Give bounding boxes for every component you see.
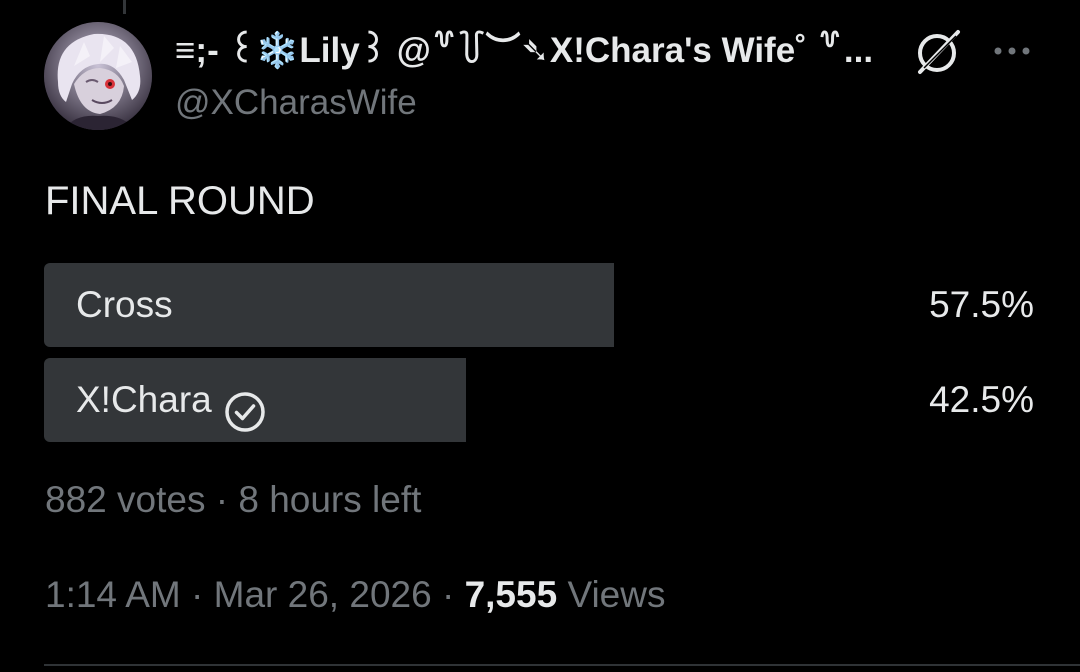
- post-time[interactable]: 1:14 AM: [45, 574, 181, 615]
- check-circle-icon: [224, 379, 266, 432]
- post-timestamp-row: 1:14 AM · Mar 26, 2026 · 7,555 Views: [45, 571, 665, 619]
- poll-meta: 882 votes · 8 hours left: [45, 476, 421, 524]
- poll-option-text: Cross: [76, 284, 173, 325]
- poll-vote-count: 882 votes: [45, 479, 206, 520]
- poll-option-xchara: X!Chara 42.5%: [44, 358, 1036, 442]
- poll-option-percent: 57.5%: [929, 284, 1034, 325]
- separator-dot: ·: [191, 574, 204, 615]
- poll-option-percent: 42.5%: [929, 379, 1034, 420]
- poll-option-label: X!Chara: [76, 358, 266, 442]
- avatar-image: [44, 22, 152, 130]
- post-date[interactable]: Mar 26, 2026: [214, 574, 432, 615]
- separator-dot: ·: [215, 479, 229, 520]
- author-display-name[interactable]: ≡;- ꒰❄️Lily꒱ @꒷꒦︶➴X!Chara's Wife˚ ꒷...: [175, 28, 875, 74]
- post-text: FINAL ROUND: [45, 179, 315, 223]
- avatar[interactable]: [44, 22, 152, 130]
- poll-option-text: X!Chara: [76, 379, 212, 420]
- more-icon[interactable]: [990, 38, 1034, 64]
- author-name-row[interactable]: ≡;- ꒰❄️Lily꒱ @꒷꒦︶➴X!Chara's Wife˚ ꒷...: [175, 28, 875, 74]
- thread-connector-line: [123, 0, 126, 14]
- poll-time-left: 8 hours left: [238, 479, 422, 520]
- divider: [44, 664, 1080, 666]
- poll-option-label: Cross: [76, 263, 173, 347]
- views-count[interactable]: 7,555: [465, 574, 558, 615]
- grok-icon[interactable]: [912, 26, 964, 78]
- views-label[interactable]: Views: [567, 574, 665, 615]
- separator-dot: ·: [441, 574, 455, 615]
- author-handle[interactable]: @XCharasWife: [175, 80, 417, 126]
- poll-option-cross: Cross 57.5%: [44, 263, 1036, 347]
